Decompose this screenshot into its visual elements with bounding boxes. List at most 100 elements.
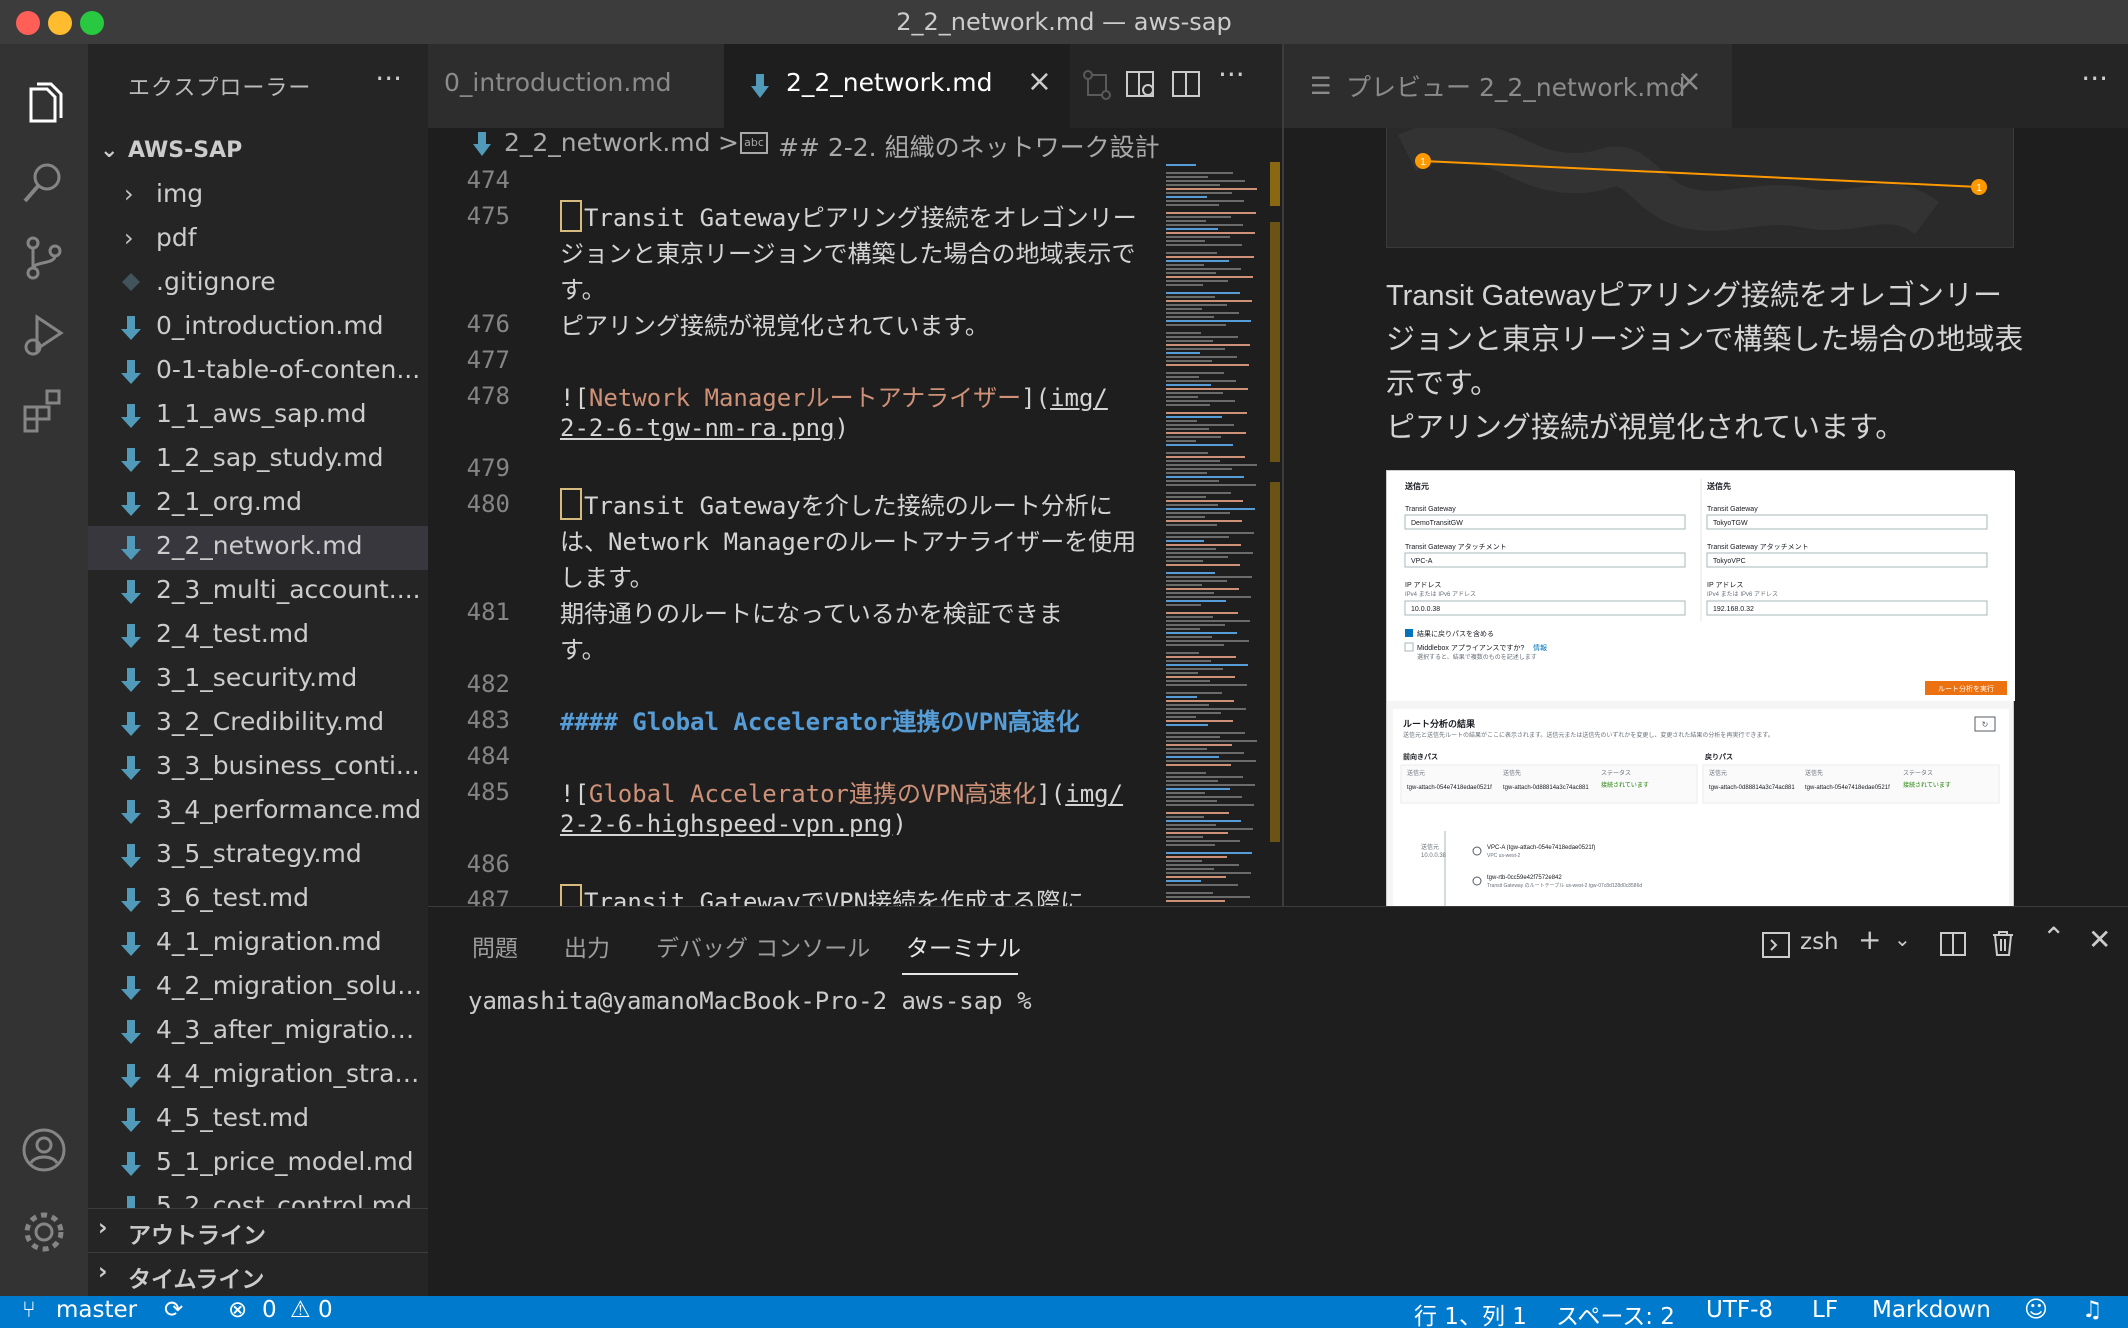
line-number: 479 xyxy=(466,454,510,482)
minimap-line xyxy=(1166,856,1227,858)
file-item[interactable]: 3_2_Credibility.md xyxy=(88,702,428,746)
minimap-line xyxy=(1166,760,1256,762)
svg-text:IP アドレス: IP アドレス xyxy=(1707,581,1743,589)
timeline-section[interactable]: › タイムライン xyxy=(88,1252,428,1296)
file-item[interactable]: 2_2_network.md xyxy=(88,526,428,570)
split-terminal-icon[interactable] xyxy=(1940,931,1966,957)
file-item[interactable]: 5_1_price_model.md xyxy=(88,1142,428,1186)
git-branch[interactable]: master xyxy=(56,1297,137,1323)
cursor-position[interactable]: 行 1、列 1 xyxy=(1414,1297,1527,1328)
file-item[interactable]: 4_2_migration_solut... xyxy=(88,966,428,1010)
svg-text:送信元: 送信元 xyxy=(1421,843,1439,851)
breadcrumb-file[interactable]: 2_2_network.md xyxy=(504,128,711,157)
indentation[interactable]: スペース: 2 xyxy=(1556,1297,1675,1328)
minimap-line xyxy=(1166,612,1238,614)
file-item[interactable]: 0-1-table-of-conten... xyxy=(88,350,428,394)
chevron-down-icon[interactable]: ⌄ xyxy=(1894,927,1911,951)
file-item[interactable]: 0_introduction.md xyxy=(88,306,428,350)
tab-output[interactable]: 出力 xyxy=(564,929,610,963)
file-item[interactable]: 3_5_strategy.md xyxy=(88,834,428,878)
terminal-shell-selector[interactable]: zsh xyxy=(1800,929,1839,955)
file-label: 3_3_business_conti... xyxy=(156,751,420,780)
svg-text:10.0.0.38: 10.0.0.38 xyxy=(1421,853,1447,859)
file-item[interactable]: 3_6_test.md xyxy=(88,878,428,922)
folder-pdf[interactable]: › pdf xyxy=(88,218,428,262)
tab-0-introduction[interactable]: 0_introduction.md xyxy=(428,44,724,128)
notifications-bell-icon[interactable]: ♫ xyxy=(2082,1297,2103,1323)
maximize-panel-icon[interactable]: ⌃ xyxy=(2042,921,2065,954)
account-icon[interactable] xyxy=(10,1116,78,1184)
file-label: 3_6_test.md xyxy=(156,883,309,912)
minimap-line xyxy=(1166,496,1206,498)
workspace-root-folder[interactable]: ⌄ AWS-SAP xyxy=(88,128,428,174)
warning-count[interactable]: 0 xyxy=(318,1297,333,1323)
search-icon[interactable] xyxy=(10,148,78,216)
split-editor-icon[interactable] xyxy=(1170,68,1204,102)
whitespace-marker xyxy=(560,488,582,520)
new-terminal-icon[interactable]: + xyxy=(1858,923,1881,956)
open-preview-to-side-icon[interactable] xyxy=(1124,68,1158,102)
tab-terminal[interactable]: ターミナル xyxy=(906,929,1021,963)
preview-tab-bar: ☰ プレビュー 2_2_network.md × ··· xyxy=(1284,44,2128,128)
close-tab-icon[interactable]: × xyxy=(1677,64,1702,99)
extensions-icon[interactable] xyxy=(10,376,78,444)
tab-preview[interactable]: ☰ プレビュー 2_2_network.md × xyxy=(1284,44,1732,128)
language-mode[interactable]: Markdown xyxy=(1872,1297,1991,1323)
close-tab-icon[interactable]: × xyxy=(1027,64,1052,99)
encoding[interactable]: UTF-8 xyxy=(1706,1297,1773,1323)
code-editor[interactable]: 474 475 Transit Gatewayピアリング接続をオレゴンリー ジョ… xyxy=(428,162,1282,906)
svg-text:送信元: 送信元 xyxy=(1709,769,1727,777)
end-of-line[interactable]: LF xyxy=(1812,1297,1838,1323)
markdown-file-icon xyxy=(751,74,769,98)
close-panel-icon[interactable]: ✕ xyxy=(2088,923,2111,956)
file-item[interactable]: 4_3_after_migration... xyxy=(88,1010,428,1054)
folder-img[interactable]: › img xyxy=(88,174,428,218)
file-item[interactable]: 1_1_aws_sap.md xyxy=(88,394,428,438)
feedback-icon[interactable]: ☺ xyxy=(2024,1297,2048,1323)
files-icon[interactable] xyxy=(10,72,78,140)
file-item[interactable]: 4_5_test.md xyxy=(88,1098,428,1142)
file-item[interactable]: 1_2_sap_study.md xyxy=(88,438,428,482)
tab-debug-console[interactable]: デバッグ コンソール xyxy=(656,929,870,963)
activity-bar xyxy=(0,44,88,1296)
minimap-line xyxy=(1166,744,1232,746)
preview-more-actions-button[interactable]: ··· xyxy=(2081,62,2108,95)
svg-text:Middlebox アプライアンスですか?: Middlebox アプライアンスですか? xyxy=(1417,644,1524,652)
file-item[interactable]: 4_1_migration.md xyxy=(88,922,428,966)
editor-scrollbar[interactable] xyxy=(1270,162,1280,842)
settings-gear-icon[interactable] xyxy=(10,1198,78,1266)
file-item[interactable]: .gitignore xyxy=(88,262,428,306)
open-changes-icon[interactable] xyxy=(1080,68,1114,102)
minimap-line xyxy=(1166,472,1207,474)
svg-text:送信先: 送信先 xyxy=(1805,769,1823,777)
trash-icon[interactable] xyxy=(1990,929,2016,957)
minimap[interactable] xyxy=(1164,162,1264,906)
tab-problems[interactable]: 問題 xyxy=(472,929,518,963)
breadcrumb-symbol[interactable]: ## 2-2. 組織のネットワーク設計 xyxy=(778,128,1160,164)
terminal-prompt[interactable]: yamashita@yamanoMacBook-Pro-2 aws-sap % xyxy=(468,987,1032,1015)
file-label: 4_2_migration_solut... xyxy=(156,971,424,1000)
file-item[interactable]: 3_3_business_conti... xyxy=(88,746,428,790)
minimap-line xyxy=(1166,272,1216,274)
markdown-preview[interactable]: 1 1 Transit Gatewayピアリング接続をオレゴンリージョンと東京リ… xyxy=(1284,128,2128,906)
sync-icon[interactable]: ⟳ xyxy=(164,1297,183,1323)
svg-text:ルート分析を実行: ルート分析を実行 xyxy=(1938,684,1994,693)
explorer-more-button[interactable]: ··· xyxy=(375,62,402,95)
file-label: 3_5_strategy.md xyxy=(156,839,362,868)
file-item[interactable]: 4_4_migration_strat... xyxy=(88,1054,428,1098)
outline-section[interactable]: › アウトライン xyxy=(88,1208,428,1252)
error-count[interactable]: 0 xyxy=(262,1297,277,1323)
minimap-line xyxy=(1166,388,1248,390)
minimap-line xyxy=(1166,284,1203,286)
file-item[interactable]: 3_4_performance.md xyxy=(88,790,428,834)
run-debug-icon[interactable] xyxy=(10,300,78,368)
file-item[interactable]: 2_4_test.md xyxy=(88,614,428,658)
editor-more-actions-button[interactable]: ··· xyxy=(1218,58,1252,92)
source-control-icon[interactable] xyxy=(10,224,78,292)
minimap-line xyxy=(1166,524,1217,526)
svg-text:ステータス: ステータス xyxy=(1601,769,1631,777)
file-item[interactable]: 3_1_security.md xyxy=(88,658,428,702)
file-item[interactable]: 2_1_org.md xyxy=(88,482,428,526)
tab-2-2-network[interactable]: 2_2_network.md × xyxy=(724,44,1070,128)
file-item[interactable]: 2_3_multi_account.... xyxy=(88,570,428,614)
